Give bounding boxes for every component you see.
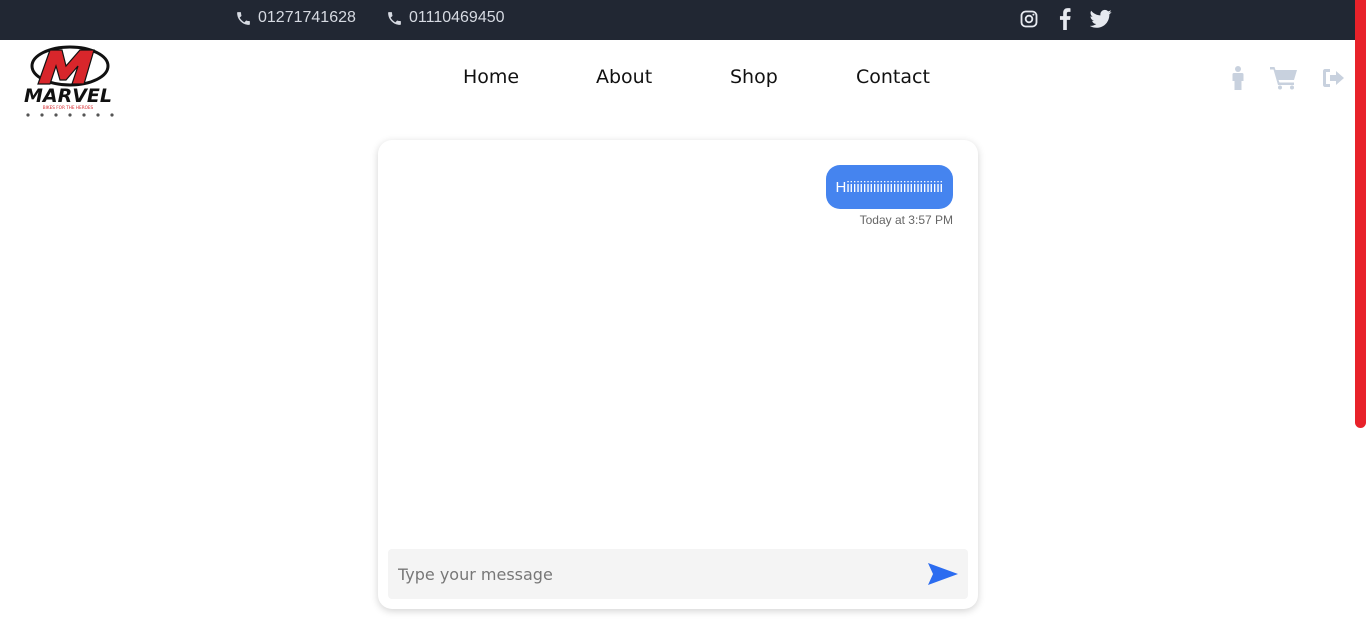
message-input[interactable] <box>388 564 908 584</box>
phone-2[interactable]: 01110469450 <box>386 9 505 27</box>
logout-icon[interactable] <box>1322 66 1346 90</box>
cart-icon[interactable] <box>1270 66 1298 90</box>
social-links <box>1018 8 1112 30</box>
top-bar: 01271741628 01110469450 <box>0 0 1366 40</box>
twitter-icon[interactable] <box>1090 8 1112 30</box>
message-composer <box>388 549 968 599</box>
logo-tagline: BIKES FOR THE HEROES <box>43 105 94 110</box>
main-nav: Home About Shop Contact <box>0 66 1366 90</box>
phone-number: 01110469450 <box>409 9 505 26</box>
phone-1[interactable]: 01271741628 <box>235 9 356 27</box>
send-icon[interactable] <box>926 561 960 587</box>
user-icon[interactable] <box>1230 66 1246 90</box>
page-scrollbar[interactable] <box>1355 0 1366 428</box>
phone-icon <box>237 11 250 25</box>
nav-about[interactable]: About <box>596 66 652 88</box>
nav-contact[interactable]: Contact <box>856 66 930 88</box>
instagram-icon[interactable] <box>1018 8 1040 30</box>
facebook-icon[interactable] <box>1054 8 1076 30</box>
chat-window: Hiiiiiiiiiiiiiiiiiiiiiiiiiiiii Today at … <box>378 140 978 609</box>
message-bubble: Hiiiiiiiiiiiiiiiiiiiiiiiiiiiii <box>825 165 953 209</box>
message-timestamp: Today at 3:57 PM <box>859 213 953 227</box>
nav-home[interactable]: Home <box>463 66 519 88</box>
phone-number: 01271741628 <box>258 9 356 26</box>
nav-shop[interactable]: Shop <box>730 66 778 88</box>
phone-icon <box>388 11 401 25</box>
nav-actions <box>1230 66 1346 90</box>
